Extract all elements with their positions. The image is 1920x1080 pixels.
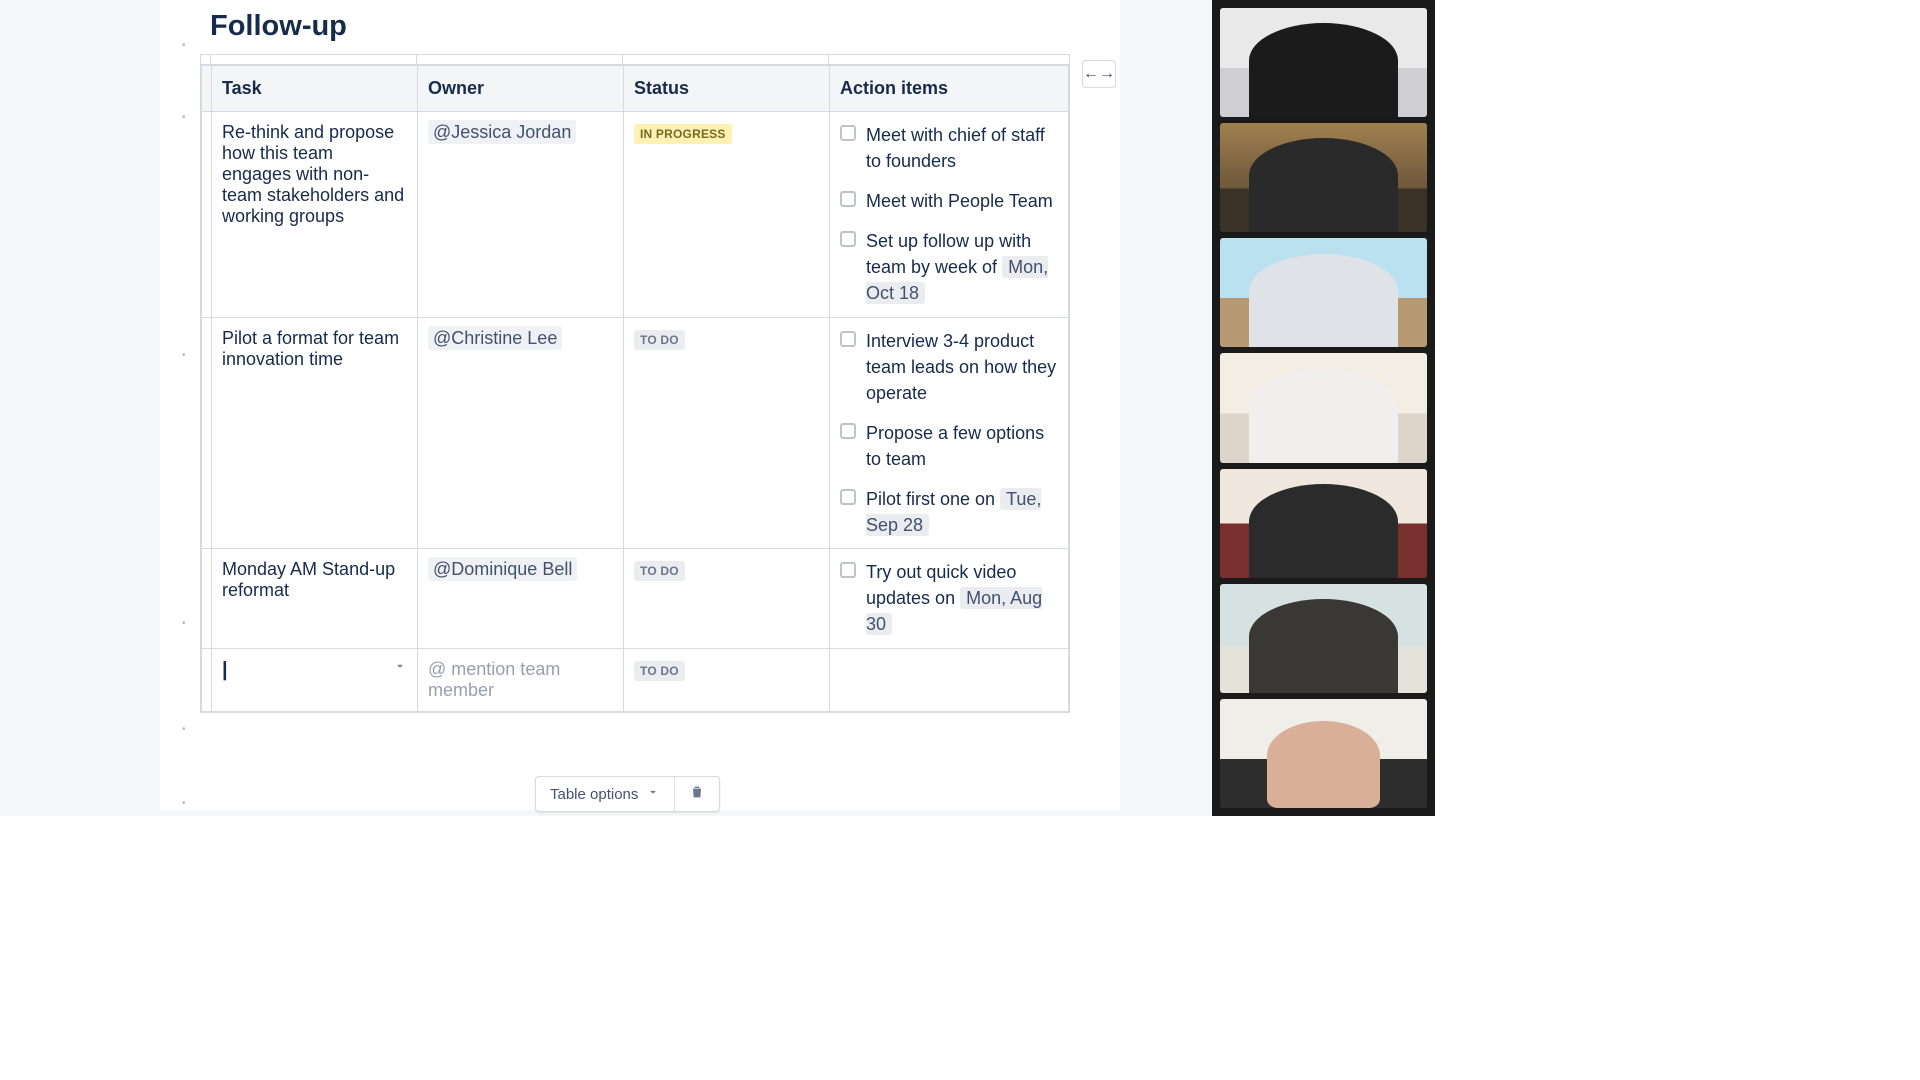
status-lozenge[interactable]: TO DO: [634, 330, 685, 350]
owner-mention[interactable]: @Jessica Jordan: [428, 120, 576, 144]
video-tile[interactable]: [1220, 8, 1427, 117]
video-call-sidebar: [1212, 0, 1435, 816]
checkbox[interactable]: [840, 562, 856, 578]
status-lozenge[interactable]: TO DO: [634, 561, 685, 581]
status-cell[interactable]: TO DO: [624, 317, 830, 549]
owner-cell[interactable]: @Dominique Bell: [418, 549, 624, 648]
table-toolbar: Table options: [535, 776, 720, 812]
status-cell[interactable]: TO DO: [624, 549, 830, 648]
owner-cell[interactable]: @Christine Lee: [418, 317, 624, 549]
chevron-down-icon[interactable]: [391, 657, 409, 675]
task-cell[interactable]: Monday AM Stand-up reformat: [212, 549, 418, 648]
status-cell[interactable]: IN PROGRESS: [624, 112, 830, 318]
column-header-action[interactable]: Action items: [830, 66, 1069, 112]
gutter-dot: •: [182, 798, 186, 809]
checkbox[interactable]: [840, 125, 856, 141]
video-tile[interactable]: [1220, 238, 1427, 347]
chevron-down-icon: [646, 785, 660, 803]
owner-mention[interactable]: @Christine Lee: [428, 326, 562, 350]
video-tile[interactable]: [1220, 699, 1427, 808]
status-lozenge[interactable]: TO DO: [634, 661, 685, 681]
column-header-status[interactable]: Status: [624, 66, 830, 112]
trash-icon: [689, 784, 705, 804]
expand-horizontal-icon: ←→: [1083, 65, 1115, 83]
table-row[interactable]: Monday AM Stand-up reformat @Dominique B…: [202, 549, 1069, 648]
action-cell[interactable]: [830, 648, 1069, 711]
gutter-dot: •: [182, 40, 186, 51]
checkbox[interactable]: [840, 231, 856, 247]
owner-cell[interactable]: @Jessica Jordan: [418, 112, 624, 318]
column-header-task[interactable]: Task: [212, 66, 418, 112]
gutter-dot: •: [182, 350, 186, 361]
action-item-text: Interview 3-4 product team leads on how …: [866, 328, 1058, 406]
video-tile[interactable]: [1220, 123, 1427, 232]
table-row-new[interactable]: @ mention team member TO DO: [202, 648, 1069, 711]
delete-table-button[interactable]: [675, 778, 719, 810]
video-tile[interactable]: [1220, 584, 1427, 693]
owner-mention[interactable]: @Dominique Bell: [428, 557, 577, 581]
task-cell[interactable]: Re-think and propose how this team engag…: [212, 112, 418, 318]
action-item-text: Propose a few options to team: [866, 420, 1058, 472]
status-cell[interactable]: TO DO: [624, 648, 830, 711]
checkbox[interactable]: [840, 331, 856, 347]
checkbox[interactable]: [840, 191, 856, 207]
text-cursor: [222, 659, 228, 681]
action-item-text: Meet with chief of staff to founders: [866, 122, 1058, 174]
status-lozenge[interactable]: IN PROGRESS: [634, 124, 732, 144]
document-area: Follow-up • • • • • • Task Owner Status …: [160, 0, 1120, 810]
checkbox[interactable]: [840, 423, 856, 439]
task-cell[interactable]: [212, 648, 418, 711]
row-handle-header: [202, 66, 212, 112]
table-row[interactable]: Pilot a format for team innovation time …: [202, 317, 1069, 549]
gutter-dot: •: [182, 112, 186, 123]
section-heading: Follow-up: [210, 10, 1120, 43]
action-item-text: Meet with People Team: [866, 188, 1053, 214]
action-cell[interactable]: Try out quick video updates on Mon, Aug …: [830, 549, 1069, 648]
column-header-owner[interactable]: Owner: [418, 66, 624, 112]
video-tile[interactable]: [1220, 353, 1427, 462]
table-options-button[interactable]: Table options: [536, 779, 674, 809]
action-item-text: Try out quick video updates on Mon, Aug …: [866, 559, 1058, 637]
task-cell[interactable]: Pilot a format for team innovation time: [212, 317, 418, 549]
action-cell[interactable]: Meet with chief of staff to founders Mee…: [830, 112, 1069, 318]
owner-cell[interactable]: @ mention team member: [418, 648, 624, 711]
action-item-text: Pilot first one on Tue, Sep 28: [866, 486, 1058, 538]
expand-table-button[interactable]: ←→: [1082, 60, 1116, 88]
gutter-dot: •: [182, 618, 186, 629]
checkbox[interactable]: [840, 489, 856, 505]
followup-table: Task Owner Status Action items Re-think …: [200, 54, 1070, 713]
action-item-text: Set up follow up with team by week of Mo…: [866, 228, 1058, 306]
video-tile[interactable]: [1220, 469, 1427, 578]
table-row[interactable]: Re-think and propose how this team engag…: [202, 112, 1069, 318]
table-options-label: Table options: [550, 786, 638, 803]
owner-placeholder: @ mention team member: [428, 659, 560, 700]
gutter-dot: •: [182, 724, 186, 735]
action-cell[interactable]: Interview 3-4 product team leads on how …: [830, 317, 1069, 549]
